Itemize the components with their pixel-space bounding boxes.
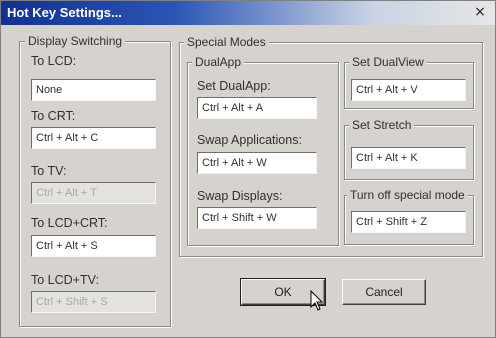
close-icon[interactable]: × [473, 5, 487, 19]
set-dualapp-hotkey-field[interactable]: Ctrl + Alt + A [197, 97, 317, 119]
to-lcd-tv-label: To LCD+TV: [31, 273, 99, 287]
to-crt-hotkey-field[interactable]: Ctrl + Alt + C [31, 127, 156, 149]
dualapp-legend: DualApp [192, 55, 245, 69]
set-dualview-legend: Set DualView [349, 55, 427, 69]
set-stretch-hotkey-field[interactable]: Ctrl + Alt + K [351, 147, 466, 169]
swap-displays-hotkey-field[interactable]: Ctrl + Shift + W [197, 207, 317, 229]
swap-applications-hotkey-field[interactable]: Ctrl + Alt + W [197, 152, 317, 174]
to-tv-label: To TV: [31, 164, 67, 178]
turn-off-special-mode-hotkey-field[interactable]: Ctrl + Shift + Z [351, 211, 466, 233]
to-tv-hotkey-field: Ctrl + Alt + T [31, 182, 156, 204]
turn-off-special-mode-legend: Turn off special mode [347, 188, 468, 202]
to-lcd-crt-label: To LCD+CRT: [31, 216, 108, 230]
cancel-button[interactable]: Cancel [342, 279, 426, 305]
special-modes-legend: Special Modes [184, 35, 269, 49]
swap-applications-label: Swap Applications: [197, 133, 302, 147]
window-title: Hot Key Settings... [7, 5, 122, 20]
to-lcd-crt-hotkey-field[interactable]: Ctrl + Alt + S [31, 235, 156, 257]
to-lcd-tv-hotkey-field: Ctrl + Shift + S [31, 291, 156, 313]
mouse-pointer-icon [310, 290, 324, 311]
title-bar[interactable]: Hot Key Settings... × [1, 1, 495, 25]
swap-displays-label: Swap Displays: [197, 189, 283, 203]
to-lcd-hotkey-field[interactable]: None [31, 79, 156, 101]
display-switching-legend: Display Switching [25, 34, 126, 48]
set-dualview-hotkey-field[interactable]: Ctrl + Alt + V [351, 79, 466, 101]
set-stretch-legend: Set Stretch [349, 118, 415, 132]
to-crt-label: To CRT: [31, 109, 76, 123]
to-lcd-label: To LCD: [31, 54, 77, 68]
set-dualapp-label: Set DualApp: [197, 79, 271, 93]
hot-key-settings-dialog: Hot Key Settings... × Display Switching … [0, 0, 496, 338]
